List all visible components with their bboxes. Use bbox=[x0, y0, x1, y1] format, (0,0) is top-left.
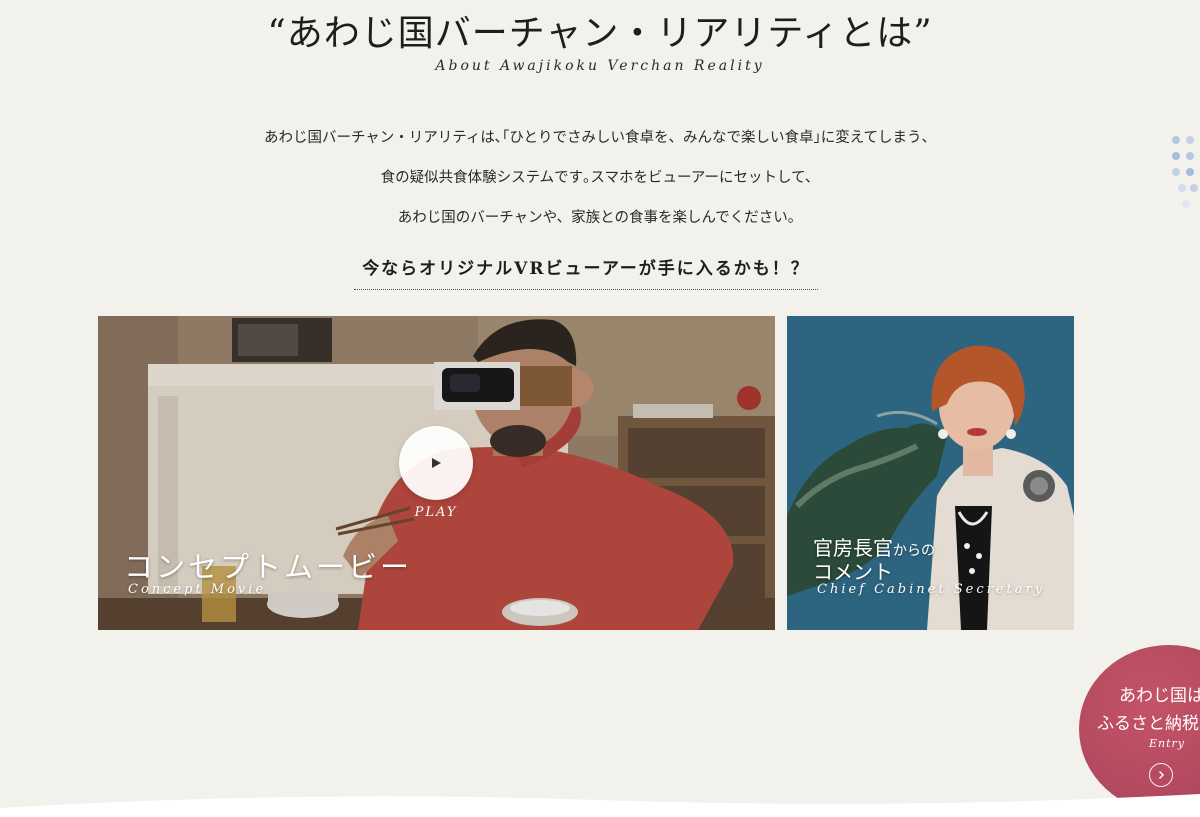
concept-movie-title: コンセプトムービー bbox=[124, 550, 413, 584]
concept-movie-card[interactable]: PLAY コンセプトムービー Concept Movie bbox=[98, 316, 775, 630]
secretary-title-line2: コメント bbox=[813, 560, 893, 584]
entry-badge-line2: ふるさと納税 bbox=[1097, 714, 1199, 734]
intro-line: あわじ国のバーチャンや、家族との食事を楽しんでください。 bbox=[397, 210, 803, 226]
intro-line: あわじ国バーチャン・リアリティは､｢ひとりでさみしい食卓を、みんなで楽しい食卓｣… bbox=[263, 130, 937, 146]
intro-line: 食の疑似共食体験システムです｡スマホをビューアーにセットして、 bbox=[380, 170, 820, 186]
chevron-right-icon bbox=[1159, 771, 1164, 779]
play-icon bbox=[432, 458, 441, 468]
secretary-subtitle: Chief Cabinet Secretary bbox=[817, 582, 1046, 597]
vr-viewer-heading: 今ならオリジナルVRビューアーが手に入るかも！？ bbox=[354, 254, 818, 290]
page-subtitle: About Awajikoku Verchan Reality bbox=[435, 58, 765, 74]
intro-text: あわじ国バーチャン・リアリティは､｢ひとりでさみしい食卓を、みんなで楽しい食卓｣… bbox=[150, 118, 1050, 238]
entry-label: Entry bbox=[1149, 737, 1186, 750]
secretary-title-small: からの bbox=[893, 543, 935, 559]
bottom-wave-divider bbox=[0, 794, 1200, 817]
concept-movie-subtitle: Concept Movie bbox=[128, 582, 267, 597]
entry-badge-line1: あわじ国は bbox=[1119, 686, 1200, 706]
entry-arrow-button[interactable] bbox=[1149, 763, 1173, 787]
secretary-comment-card[interactable]: 官房長官からの コメント Chief Cabinet Secretary bbox=[787, 316, 1074, 630]
play-button[interactable] bbox=[399, 426, 473, 500]
page-title: “あわじ国バーチャン・リアリティとは” bbox=[267, 13, 933, 54]
play-label: PLAY bbox=[414, 505, 458, 520]
